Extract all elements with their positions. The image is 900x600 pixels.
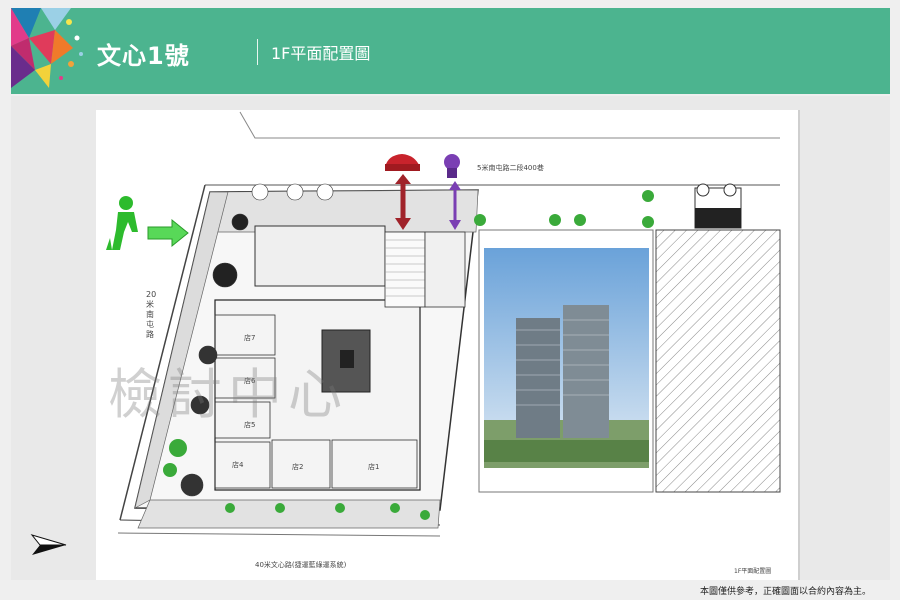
- shop-label: 店2: [292, 463, 304, 471]
- disclaimer-text: 本圖僅供參考，正確圖面以合約內容為主。: [700, 587, 872, 597]
- pedestrian-icon: [106, 196, 138, 250]
- scooter-icon: [444, 154, 460, 178]
- north-arrow-icon: [30, 534, 67, 555]
- road-label-south: 40米文心路(捷運藍綠運系統): [255, 561, 347, 569]
- sheet-caption: 1F平面配置圖: [734, 568, 772, 575]
- car-icon: [385, 154, 420, 171]
- watermark-text: 檢討中心: [108, 363, 348, 426]
- road-label-north: 5米南屯路二段400巷: [477, 164, 544, 172]
- road-label-west: 20 米南屯路: [146, 290, 157, 339]
- shop-label: 店1: [368, 463, 380, 471]
- site-plan-drawing: [106, 111, 781, 537]
- shop-label: 店7: [244, 334, 256, 342]
- shop-label: 店4: [232, 461, 244, 469]
